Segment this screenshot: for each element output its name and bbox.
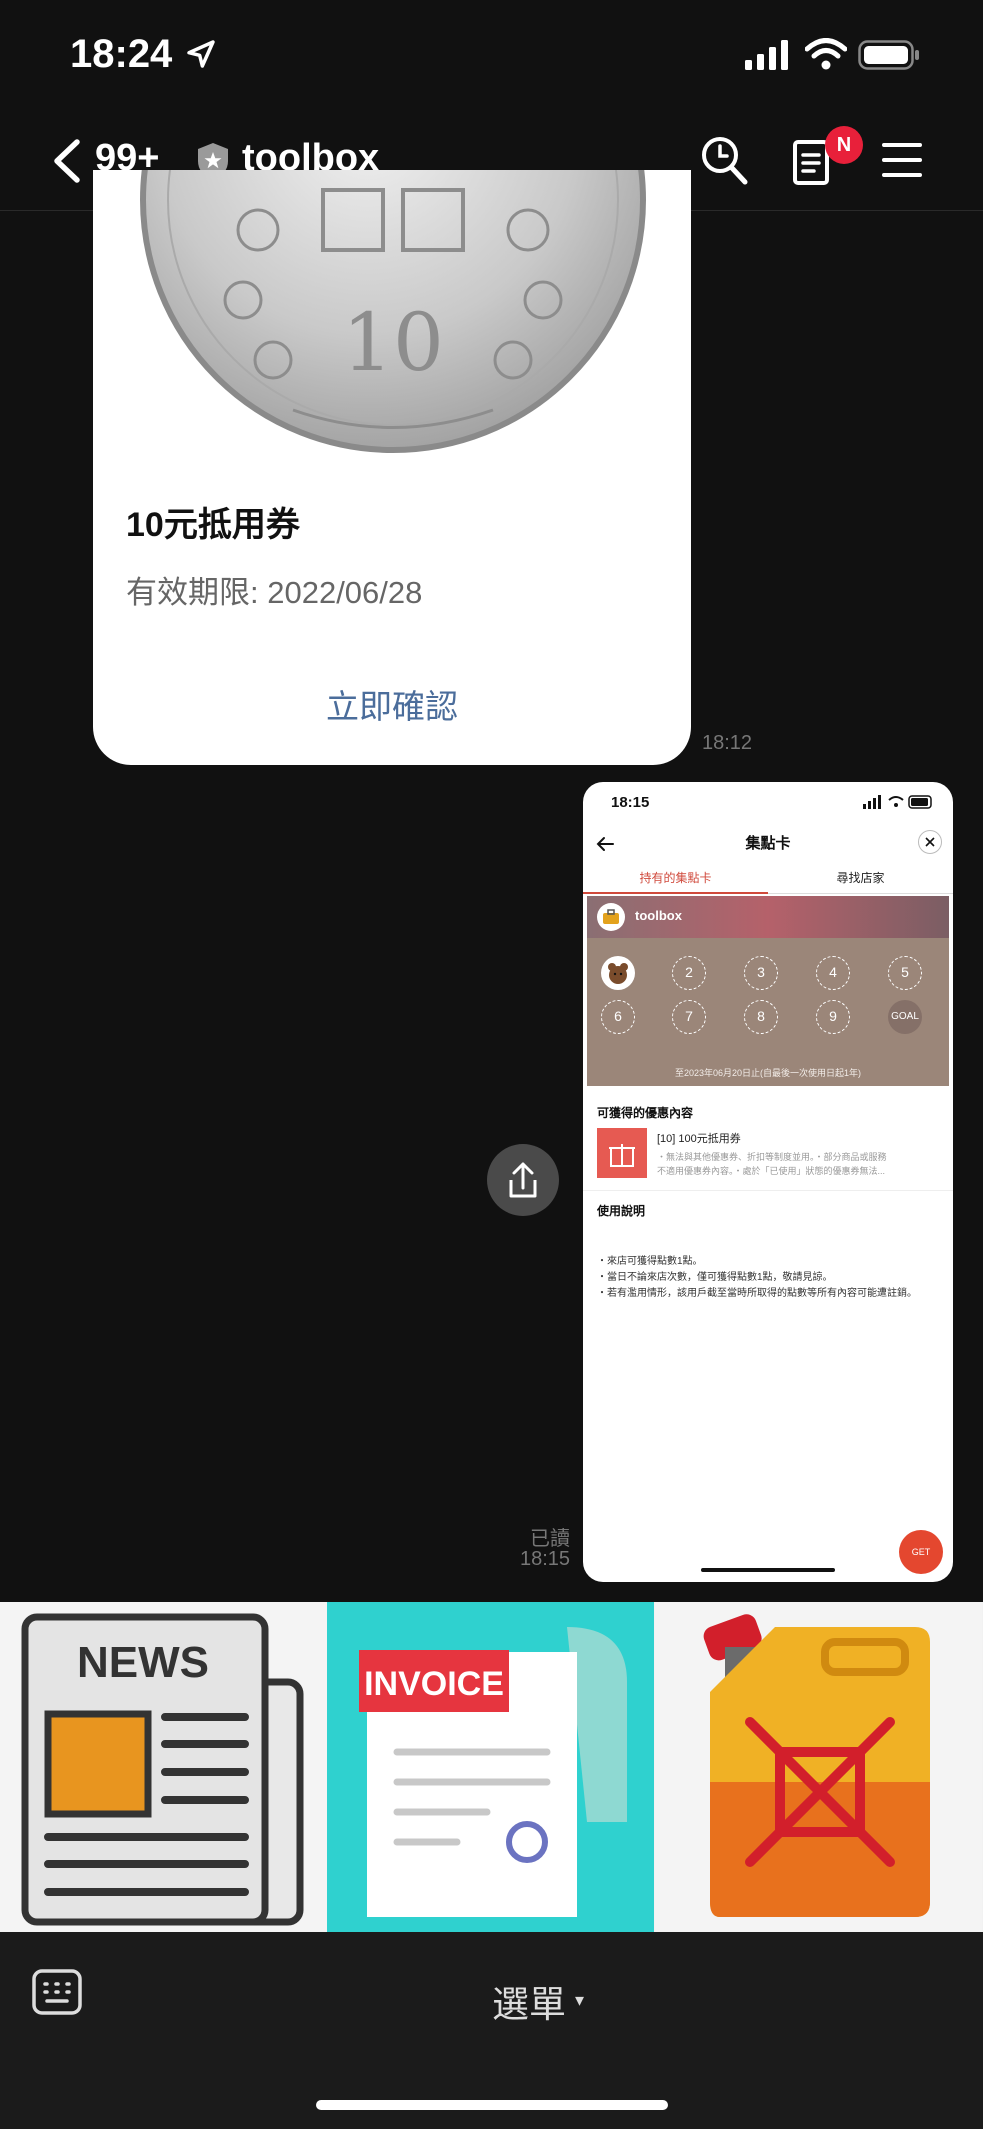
home-indicator (316, 2100, 668, 2110)
stamp-slot: 9 (816, 1000, 850, 1034)
coupon-title: 10元抵用券 (126, 506, 300, 544)
screenshot-close-icon (918, 830, 942, 854)
instruction-line: ・若有濫用情形，該用戶截至當時所取得的點數等所有內容可能遭註銷。 (597, 1288, 917, 1299)
read-status: 已讀 (530, 1528, 570, 1550)
menu-icon[interactable] (882, 142, 922, 178)
back-chevron-icon[interactable] (50, 138, 84, 184)
search-icon[interactable] (700, 135, 748, 185)
message-time: 18:15 (520, 1548, 571, 1570)
notes-badge: N (825, 126, 863, 164)
bear-stamp-icon (601, 956, 635, 990)
coupon-card: 10 10元抵用券 有效期限: 2022/06/28 立即確認 (93, 170, 691, 765)
instruction-line: ・來店可獲得點數1點。 (597, 1256, 703, 1267)
screenshot-home-indicator (701, 1568, 835, 1572)
stamp-slot: 4 (816, 956, 850, 990)
offer-description: 不適用優惠券內容。・處於「已使用」狀態的優惠券無法... (657, 1166, 886, 1176)
wifi-icon (805, 38, 847, 70)
divider (583, 1190, 953, 1191)
confirm-button[interactable]: 立即確認 (93, 680, 691, 728)
status-time: 18:24 (70, 32, 173, 76)
screenshot-status-time: 18:15 (611, 794, 650, 811)
toolbox-logo (597, 903, 625, 931)
share-icon (509, 1162, 537, 1198)
rich-menu: NEWS INVOICE (0, 1602, 983, 1932)
status-bar: 18:24 (0, 0, 983, 110)
rich-menu-fuel[interactable] (655, 1602, 982, 1932)
bottom-bar: 選單 ▾ (0, 1932, 983, 2129)
news-label: NEWS (77, 1638, 209, 1687)
stamp-slot: 6 (601, 1000, 635, 1034)
offers-heading: 可獲得的優惠內容 (597, 1106, 694, 1120)
rich-menu-news[interactable]: NEWS (0, 1602, 327, 1932)
screenshot-title: 集點卡 (745, 835, 791, 852)
stamp-slot: 2 (672, 956, 706, 990)
location-arrow-icon (187, 40, 215, 68)
stamp-card-validity: 至2023年06月20日止(自最後一次使用日起1年) (674, 1068, 862, 1078)
screenshot-tab-held: 持有的集點卡 (583, 866, 768, 894)
keyboard-icon[interactable] (32, 1969, 82, 2015)
offer-title: [10] 100元抵用券 (657, 1133, 741, 1145)
message-time: 18:12 (702, 732, 753, 754)
share-button[interactable] (487, 1144, 559, 1216)
usage-heading: 使用說明 (597, 1204, 646, 1218)
coin-image: 10 (93, 170, 691, 465)
stamp-slot: 7 (672, 1000, 706, 1034)
jerrycan-icon (703, 1614, 930, 1917)
stamp-card: toolbox 2 3 4 5 6 7 8 9 GOAL 至2023年06月20… (587, 896, 949, 1086)
offer-description: ・無法與其他優惠券、折扣等制度並用。・部分商品或服務 (657, 1152, 887, 1162)
get-fab: GET (899, 1530, 943, 1574)
screenshot-status-icons (863, 795, 932, 809)
battery-icon (858, 40, 919, 70)
invoice-label: INVOICE (364, 1665, 504, 1703)
coupon-expiry: 有效期限: 2022/06/28 (126, 575, 423, 610)
ten-dollar-coin-image: 10 (140, 170, 646, 453)
stamp-goal: GOAL (888, 1000, 922, 1034)
rich-menu-invoice[interactable]: INVOICE (327, 1602, 654, 1932)
gift-icon (597, 1128, 647, 1178)
instruction-line: ・當日不論來店次數，僅可獲得點數1點，敬請見諒。 (597, 1272, 833, 1283)
screenshot-tab-find: 尋找店家 (768, 866, 953, 894)
stamp-slot: 5 (888, 956, 922, 990)
stamp-card-brand: toolbox (635, 908, 682, 923)
stamp-slot: 3 (744, 956, 778, 990)
svg-text:10: 10 (342, 296, 444, 389)
menu-toggle-label[interactable]: 選單 (492, 1974, 566, 2028)
menu-toggle-arrow-icon[interactable]: ▾ (575, 1990, 584, 2011)
stamp-slot: 8 (744, 1000, 778, 1034)
signal-icon (745, 40, 788, 70)
newspaper-icon: NEWS (21, 1613, 304, 1926)
sent-screenshot-image[interactable]: 18:15 集點卡 持有的集點卡 尋找店家 toolbox 2 3 4 5 6 … (583, 782, 953, 1582)
invoice-icon: INVOICE (359, 1627, 627, 1917)
